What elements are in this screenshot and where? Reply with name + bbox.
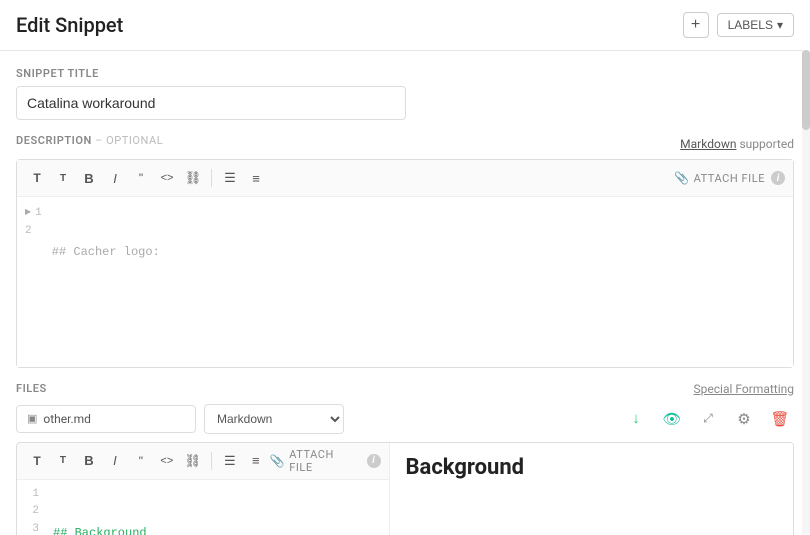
markdown-link[interactable]: Markdown bbox=[680, 137, 736, 151]
file-info-icon[interactable]: i bbox=[367, 454, 381, 468]
file-toolbar-ol-btn[interactable]: ≡ bbox=[244, 449, 268, 473]
attach-file-btn[interactable]: 📎 ATTACH FILE bbox=[674, 171, 765, 185]
file-code-content[interactable]: ## Background `electron-builder` has a [… bbox=[45, 480, 389, 535]
paperclip-icon: 📎 bbox=[674, 171, 690, 185]
download-btn[interactable]: ↓ bbox=[622, 405, 650, 433]
file-line-numbers: 1 2 3 bbox=[17, 480, 45, 535]
toolbar-quote-btn[interactable]: " bbox=[129, 166, 153, 190]
file-code-line-1: ## Background bbox=[53, 524, 381, 535]
file-toolbar-quote-btn[interactable]: " bbox=[129, 449, 153, 473]
file-row: ▣ other.md Markdown Plain Text JavaScrip… bbox=[16, 404, 794, 434]
expand-btn[interactable]: ⤢ bbox=[694, 405, 722, 433]
arrow-indicator: ▶ bbox=[25, 207, 31, 220]
settings-btn[interactable]: ⚙ bbox=[730, 405, 758, 433]
file-editor-container: T T B I " <> ⛓ ☰ ≡ 📎 ATTACH FILE i bbox=[16, 442, 794, 535]
page-title: Edit Snippet bbox=[16, 13, 123, 37]
file-toolbar-code-btn[interactable]: <> bbox=[155, 449, 179, 473]
labels-button[interactable]: LABELS ▾ bbox=[717, 13, 794, 37]
format-select[interactable]: Markdown Plain Text JavaScript Python HT… bbox=[204, 404, 344, 434]
file-toolbar-right: 📎 ATTACH FILE i bbox=[270, 448, 381, 474]
file-name-box: ▣ other.md bbox=[16, 405, 196, 433]
files-header: FILES Special Formatting bbox=[16, 382, 794, 396]
file-attach-file-btn[interactable]: 📎 ATTACH FILE bbox=[270, 448, 361, 474]
toolbar-separator bbox=[211, 169, 212, 187]
toolbar-ol-btn[interactable]: ≡ bbox=[244, 166, 268, 190]
description-toolbar: T T B I " <> ⛓ ☰ ≡ 📎 ATTACH FILE i bbox=[17, 160, 793, 197]
file-toolbar-text-btn[interactable]: T bbox=[25, 449, 49, 473]
description-line-numbers: ▶ 1 2 bbox=[17, 197, 48, 367]
main-content: SNIPPET TITLE DESCRIPTION – OPTIONAL Mar… bbox=[0, 51, 810, 535]
line-number-2: 2 bbox=[25, 223, 42, 241]
file-icon: ▣ bbox=[27, 412, 37, 425]
add-button[interactable]: + bbox=[683, 12, 709, 38]
file-toolbar-text-small-btn[interactable]: T bbox=[51, 449, 75, 473]
toolbar-code-btn[interactable]: <> bbox=[155, 166, 179, 190]
toolbar-text-btn[interactable]: T bbox=[25, 166, 49, 190]
file-actions: ↓ 👁 ⤢ ⚙ 🗑 bbox=[622, 405, 794, 433]
snippet-title-input[interactable] bbox=[16, 86, 406, 120]
toolbar-text-small-btn[interactable]: T bbox=[51, 166, 75, 190]
scrollbar-track[interactable] bbox=[802, 50, 810, 534]
file-toolbar-bold-btn[interactable]: B bbox=[77, 449, 101, 473]
file-toolbar-ul-btn[interactable]: ☰ bbox=[218, 449, 242, 473]
file-editor-left: T T B I " <> ⛓ ☰ ≡ 📎 ATTACH FILE i bbox=[17, 443, 390, 535]
toolbar-link-btn[interactable]: ⛓ bbox=[181, 166, 205, 190]
description-code-content[interactable]: ## Cacher logo: bbox=[48, 197, 793, 367]
code-line-2 bbox=[52, 301, 785, 320]
delete-btn[interactable]: 🗑 bbox=[766, 405, 794, 433]
code-line-1: ## Cacher logo: bbox=[52, 243, 785, 262]
file-toolbar: T T B I " <> ⛓ ☰ ≡ 📎 ATTACH FILE i bbox=[17, 443, 389, 480]
file-toolbar-separator bbox=[211, 452, 212, 470]
line-number-1: ▶ 1 bbox=[25, 205, 42, 223]
info-icon[interactable]: i bbox=[771, 171, 785, 185]
toolbar-right: 📎 ATTACH FILE i bbox=[674, 171, 785, 185]
preview-heading: Background bbox=[406, 455, 778, 480]
markdown-note: Markdown supported bbox=[680, 137, 794, 151]
description-editor: T T B I " <> ⛓ ☰ ≡ 📎 ATTACH FILE i ▶ 1 bbox=[16, 159, 794, 368]
description-header: DESCRIPTION – OPTIONAL Markdown supporte… bbox=[16, 134, 794, 153]
description-label: DESCRIPTION – OPTIONAL bbox=[16, 134, 163, 147]
file-toolbar-italic-btn[interactable]: I bbox=[103, 449, 127, 473]
preview-btn[interactable]: 👁 bbox=[658, 405, 686, 433]
file-paperclip-icon: 📎 bbox=[270, 454, 286, 468]
page-header: Edit Snippet + LABELS ▾ bbox=[0, 0, 810, 51]
files-label: FILES bbox=[16, 382, 47, 395]
toolbar-bold-btn[interactable]: B bbox=[77, 166, 101, 190]
file-name: other.md bbox=[43, 412, 91, 426]
special-formatting-link[interactable]: Special Formatting bbox=[694, 382, 794, 396]
file-toolbar-link-btn[interactable]: ⛓ bbox=[181, 449, 205, 473]
file-preview-pane: Background bbox=[390, 443, 794, 535]
toolbar-italic-btn[interactable]: I bbox=[103, 166, 127, 190]
scrollbar-thumb[interactable] bbox=[802, 50, 810, 130]
file-code-area[interactable]: 1 2 3 ## Background `electron-builder` h… bbox=[17, 480, 389, 535]
snippet-title-label: SNIPPET TITLE bbox=[16, 67, 794, 80]
header-actions: + LABELS ▾ bbox=[683, 12, 794, 38]
description-code-editor[interactable]: ▶ 1 2 ## Cacher logo: bbox=[17, 197, 793, 367]
toolbar-ul-btn[interactable]: ☰ bbox=[218, 166, 242, 190]
